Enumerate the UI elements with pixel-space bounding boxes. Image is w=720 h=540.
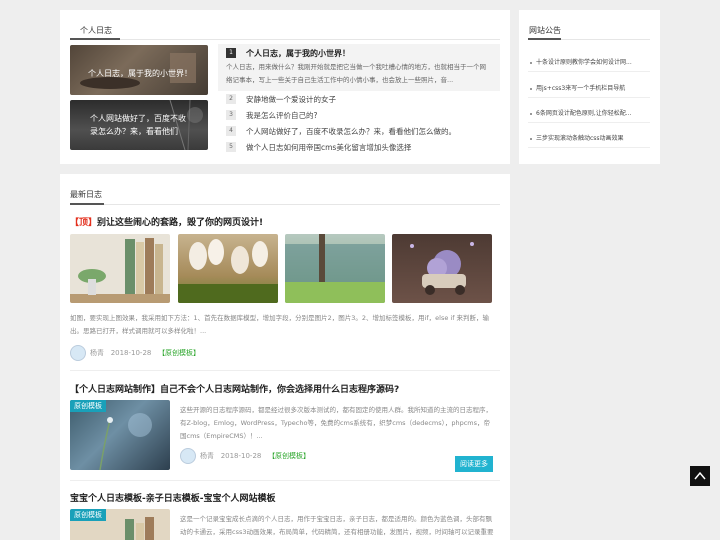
article-2-avatar — [180, 448, 196, 464]
latest-title-underline — [70, 203, 104, 205]
hot-item-3[interactable]: 我是怎么评价自己的? — [246, 110, 317, 121]
article-2-tag[interactable]: 【原创模板】 — [268, 452, 310, 460]
article-3-title[interactable]: 宝宝个人日志模板-亲子日志模板-宝宝个人网站模板 — [70, 491, 275, 504]
article-1-image-3[interactable] — [285, 234, 385, 303]
notice-item-2[interactable]: 用js+css3来写一个手机栏目导航 — [528, 80, 650, 98]
article-1-desc: 如图，要实现上图效果，我采用如下方法：1、首先在数据库模型，增加字段，分别是图片… — [70, 314, 490, 335]
article-2-image[interactable]: 原创模板 — [70, 400, 170, 470]
hot-item-5[interactable]: 做个人日志如何用帝国cms美化留言增加头像选择 — [246, 142, 411, 153]
article-2-meta: 杨青 2018-10-28 【原创模板】 — [200, 451, 310, 461]
diary-thumb-2-caption: 个人网站做好了，百度不收录怎么办？来，看看他们怎... — [90, 114, 186, 136]
diary-thumb-1-caption: 个人日志，属于我的小世界！ — [88, 69, 192, 78]
article-1-tag[interactable]: 【原创模板】 — [158, 349, 200, 357]
article-2-author[interactable]: 杨青 — [200, 452, 214, 460]
article-2-read-more-button[interactable]: 阅读更多 — [455, 456, 493, 472]
diary-section-title: 个人日志 — [80, 26, 112, 35]
article-2-date: 2018-10-28 — [220, 452, 262, 460]
hot-num-1: 1 — [226, 48, 236, 58]
article-1-meta: 杨青 2018-10-28 【原创模板】 — [90, 348, 200, 358]
article-1-date: 2018-10-28 — [110, 349, 152, 357]
diary-thumb-1[interactable]: 个人日志，属于我的小世界！ — [70, 45, 208, 95]
article-3-desc: 这是一个记录宝宝成长点滴的个人日志，用作于宝宝日志，亲子日志，都是适用的。颜色为… — [180, 515, 494, 536]
notice-section-title: 网站公告 — [529, 26, 561, 35]
article-1-title-text[interactable]: 别让这些闹心的套路，毁了你的网页设计! — [97, 218, 263, 228]
article-1-image-1[interactable] — [70, 234, 170, 303]
article-1-avatar — [70, 345, 86, 361]
notice-title-underline — [528, 38, 561, 40]
notice-item-4[interactable]: 三步实现滚动条触动css动画效果 — [528, 130, 650, 148]
hot-item-2[interactable]: 安静地做一个爱设计的女子 — [246, 94, 336, 105]
back-to-top-button[interactable] — [690, 466, 710, 486]
hot-num-2: 2 — [226, 94, 236, 104]
article-3-badge: 原创模板 — [70, 509, 106, 521]
article-2-badge: 原创模板 — [70, 400, 106, 412]
hot-num-3: 3 — [226, 110, 236, 120]
article-divider-2 — [70, 480, 500, 481]
latest-section-title: 最新日志 — [70, 190, 102, 199]
hot-num-5: 5 — [226, 142, 236, 152]
diary-thumb-2[interactable]: 个人网站做好了，百度不收录怎么办？来，看看他们怎... — [70, 100, 208, 150]
hot-featured-desc: 个人日志，用来做什么？我刚开始就是把它当做一个我吐槽心情的地方，也就相当于一个网… — [226, 63, 486, 84]
article-1-author[interactable]: 杨青 — [90, 349, 104, 357]
diary-title-line — [70, 39, 500, 40]
article-1-title[interactable]: 【顶】别让这些闹心的套路，毁了你的网页设计! — [70, 215, 263, 228]
article-1-top-tag: 【顶】 — [70, 218, 98, 228]
latest-title-line — [70, 204, 500, 205]
article-2-desc: 这些开源的日志程序源码，都是经过很多次版本测试的，都有固定的使用人群。我所知道的… — [180, 406, 492, 440]
article-1-image-2[interactable] — [178, 234, 278, 303]
article-1-image-4[interactable] — [392, 234, 492, 303]
diary-title-underline — [70, 38, 120, 40]
hot-num-4: 4 — [226, 126, 236, 136]
article-2-title[interactable]: 【个人日志网站制作】自己不会个人日志网站制作，你会选择用什么日志程序源码? — [70, 382, 399, 395]
notice-item-3[interactable]: 6条网页设计配色原则,让你轻松配... — [528, 105, 650, 123]
hot-item-4[interactable]: 个人网站做好了，百度不收录怎么办？来，看看他们怎么做的。 — [246, 126, 456, 137]
notice-item-1[interactable]: 十条设计原则教你学会如何设计网... — [528, 54, 650, 72]
chevron-up-icon — [694, 471, 706, 480]
article-divider-1 — [70, 370, 500, 371]
hot-featured-title[interactable]: 个人日志，属于我的小世界！ — [246, 48, 350, 59]
article-3-image[interactable]: 原创模板 — [70, 509, 170, 540]
